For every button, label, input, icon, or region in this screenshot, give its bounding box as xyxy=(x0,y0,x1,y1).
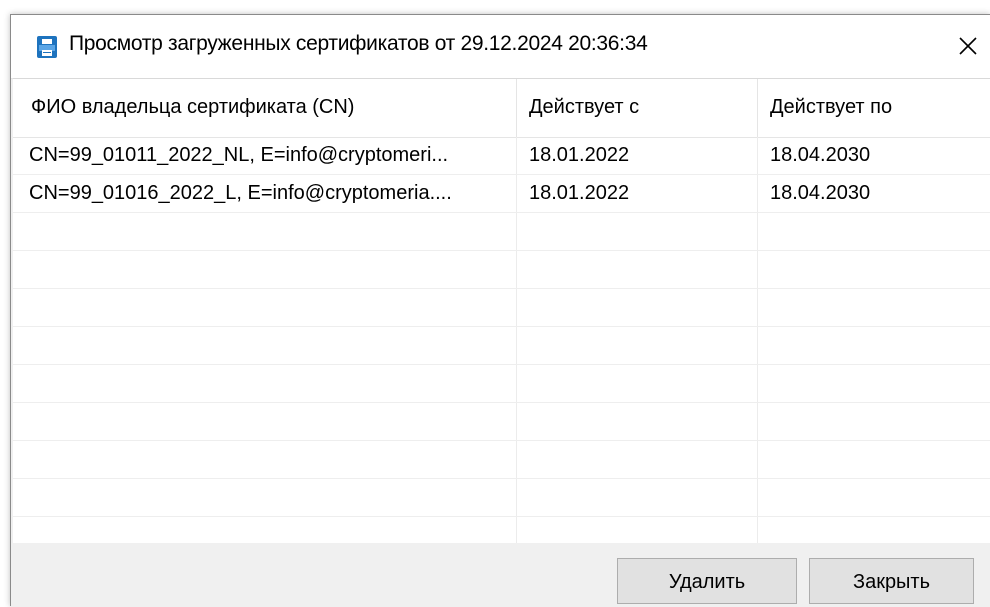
empty-row xyxy=(13,251,990,289)
certificates-dialog: Просмотр загруженных сертификатов от 29.… xyxy=(10,14,990,607)
cell-valid-from: 18.01.2022 xyxy=(529,144,630,166)
cell-valid-from: 18.01.2022 xyxy=(529,182,630,204)
printer-icon xyxy=(37,36,57,58)
column-header-owner[interactable]: ФИО владельца сертификата (CN) xyxy=(13,79,516,137)
cell-owner: CN=99_01016_2022_L, E=info@cryptomeria..… xyxy=(29,182,452,204)
empty-row xyxy=(13,479,990,517)
delete-button[interactable]: Удалить xyxy=(617,558,797,604)
empty-row xyxy=(13,441,990,479)
empty-row xyxy=(13,289,990,327)
title-bar[interactable]: Просмотр загруженных сертификатов от 29.… xyxy=(11,15,990,79)
table-row[interactable]: CN=99_01011_2022_NL, E=info@cryptomeri..… xyxy=(13,137,990,175)
button-bar: Удалить Закрыть xyxy=(11,543,990,607)
window-title: Просмотр загруженных сертификатов от 29.… xyxy=(69,32,648,55)
empty-row xyxy=(13,365,990,403)
background-window: ⎯⎯⎯⎯⎯⎯ xyxy=(0,0,990,14)
empty-row xyxy=(13,213,990,251)
column-header-valid-from[interactable]: Действует с xyxy=(517,79,757,137)
empty-row xyxy=(13,403,990,441)
cell-valid-to: 18.04.2030 xyxy=(770,182,871,204)
certificates-table[interactable]: ФИО владельца сертификата (CN) Действует… xyxy=(13,78,990,544)
empty-row xyxy=(13,517,990,543)
cell-valid-to: 18.04.2030 xyxy=(770,144,871,166)
table-header: ФИО владельца сертификата (CN) Действует… xyxy=(13,79,990,138)
empty-row xyxy=(13,327,990,365)
column-header-valid-to[interactable]: Действует по xyxy=(758,79,990,137)
cell-owner: CN=99_01011_2022_NL, E=info@cryptomeri..… xyxy=(29,144,449,166)
background-text-fragment: ⎯⎯⎯⎯⎯⎯ xyxy=(100,0,260,8)
table-row[interactable]: CN=99_01016_2022_L, E=info@cryptomeria..… xyxy=(13,175,990,213)
close-button[interactable]: Закрыть xyxy=(809,558,974,604)
close-icon[interactable] xyxy=(946,23,990,69)
